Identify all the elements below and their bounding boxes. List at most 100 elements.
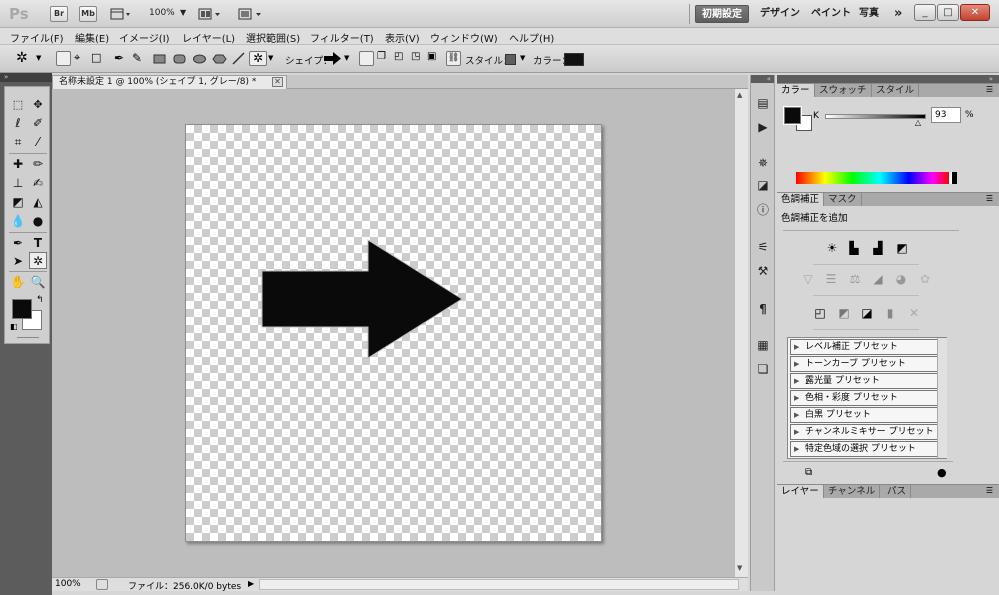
swap-colors-icon[interactable]: ↰: [36, 295, 44, 305]
threshold-icon[interactable]: ◪: [858, 305, 876, 322]
close-button[interactable]: ✕: [960, 4, 990, 21]
gradient-map-icon[interactable]: ▮: [881, 305, 899, 322]
panels-collapse-icon[interactable]: »: [777, 75, 999, 83]
channel-mixer-icon[interactable]: ✿: [916, 271, 934, 288]
menu-layer[interactable]: レイヤー(L): [182, 30, 235, 45]
default-colors-icon[interactable]: ◧: [10, 322, 18, 331]
status-info-icon[interactable]: [96, 579, 108, 590]
vertical-scrollbar[interactable]: ▲ ▼: [734, 89, 748, 577]
custom-shape-tool-icon[interactable]: ✲: [29, 252, 47, 269]
blur-tool-icon[interactable]: 💧: [9, 213, 27, 230]
vibrance-icon[interactable]: ▽: [799, 271, 817, 288]
clone-stamp-tool-icon[interactable]: ⊥: [9, 175, 27, 192]
shape-layers-mode-icon[interactable]: [56, 51, 71, 66]
crop-tool-icon[interactable]: ⌗: [9, 134, 27, 151]
list-item[interactable]: 白黒 プリセット: [790, 407, 938, 423]
dock-collapse-icon[interactable]: «: [751, 75, 774, 83]
history-panel-icon[interactable]: ▤: [755, 95, 771, 111]
color-spectrum-bar[interactable]: [796, 172, 957, 184]
history-brush-tool-icon[interactable]: ✍: [29, 175, 47, 192]
k-slider-track[interactable]: [825, 114, 926, 119]
histogram-panel-icon[interactable]: ◪: [755, 177, 771, 193]
spot-healing-tool-icon[interactable]: ✚: [9, 156, 27, 173]
tab-color[interactable]: カラー: [777, 84, 815, 97]
paths-mode-icon[interactable]: ⌖: [74, 51, 89, 66]
link-icon[interactable]: ⛓: [446, 51, 461, 66]
tools-collapse-icon[interactable]: »: [0, 73, 52, 82]
rectangle-icon[interactable]: [152, 51, 167, 66]
chevron-down-icon[interactable]: ▼: [36, 51, 51, 66]
more-workspaces-button[interactable]: »: [888, 5, 908, 23]
menu-edit[interactable]: 編集(E): [75, 30, 109, 45]
actions-panel-icon[interactable]: ▶: [755, 119, 771, 135]
exposure-icon[interactable]: ◩: [893, 240, 911, 257]
scroll-up-icon[interactable]: ▲: [737, 91, 742, 99]
ellipse-icon[interactable]: [192, 51, 207, 66]
clone-source-panel-icon[interactable]: ⚒: [755, 263, 771, 279]
menu-view[interactable]: 表示(V): [385, 30, 420, 45]
menu-window[interactable]: ウィンドウ(W): [430, 30, 498, 45]
combine-add-icon[interactable]: ❐: [377, 51, 392, 66]
workspace-design-button[interactable]: デザイン: [754, 5, 806, 23]
bridge-button[interactable]: Br: [50, 6, 68, 22]
line-icon[interactable]: [231, 51, 246, 66]
menu-image[interactable]: イメージ(I): [119, 30, 170, 45]
brush-presets-panel-icon[interactable]: ⚟: [755, 239, 771, 255]
dodge-tool-icon[interactable]: ●: [29, 213, 47, 230]
polygon-icon[interactable]: [212, 51, 227, 66]
photo-filter-icon[interactable]: ◕: [892, 271, 910, 288]
lasso-tool-icon[interactable]: ℓ: [9, 115, 27, 132]
status-zoom[interactable]: 100%: [55, 579, 81, 589]
list-item[interactable]: トーンカーブ プリセット: [790, 356, 938, 372]
hue-saturation-icon[interactable]: ☰: [822, 271, 840, 288]
list-item[interactable]: レベル補正 プリセット: [790, 339, 938, 355]
quick-selection-tool-icon[interactable]: ✐: [29, 115, 47, 132]
curves-icon[interactable]: ▟: [869, 240, 887, 257]
workspace-photo-button[interactable]: 写真: [853, 5, 885, 23]
info-panel-icon[interactable]: ⓘ: [755, 202, 771, 218]
navigator-panel-icon[interactable]: ✵: [755, 155, 771, 171]
levels-icon[interactable]: ▙: [845, 240, 863, 257]
brush-tool-icon[interactable]: ✏: [29, 156, 47, 173]
mini-bridge-button[interactable]: Mb: [79, 6, 97, 22]
arrow-shape[interactable]: [186, 125, 603, 543]
hand-tool-icon[interactable]: ✋: [9, 274, 27, 291]
custom-shape-preset-icon[interactable]: ✲: [16, 51, 31, 66]
view-extras-icon[interactable]: [110, 7, 132, 21]
menu-help[interactable]: ヘルプ(H): [509, 30, 554, 45]
tab-paths[interactable]: パス: [883, 485, 912, 498]
clip-to-layer-icon[interactable]: ⧉: [805, 467, 812, 478]
menu-file[interactable]: ファイル(F): [10, 30, 64, 45]
custom-shape-icon[interactable]: ✲: [249, 51, 267, 66]
zoom-level-select[interactable]: 100%: [149, 8, 175, 18]
status-menu-arrow-icon[interactable]: ▶: [248, 579, 254, 588]
combine-intersect-icon[interactable]: ◳: [411, 51, 426, 66]
invert-icon[interactable]: ◰: [811, 305, 829, 322]
chevron-down-icon[interactable]: ▼: [344, 51, 359, 66]
document-tab[interactable]: 名称未設定 1 @ 100% (シェイプ 1, グレー/8) *: [52, 75, 287, 89]
menu-select[interactable]: 選択範囲(S): [246, 30, 300, 45]
canvas[interactable]: [185, 124, 602, 542]
tab-layers[interactable]: レイヤー: [777, 485, 824, 498]
tab-styles[interactable]: スタイル: [872, 84, 920, 97]
quick-mask-icon[interactable]: [17, 337, 39, 338]
pen-tool-icon[interactable]: ✒: [9, 235, 27, 252]
notes-panel-icon[interactable]: ▦: [755, 337, 771, 353]
menu-filter[interactable]: フィルター(T): [310, 30, 374, 45]
workspace-essentials-button[interactable]: 初期設定: [695, 5, 749, 23]
combine-subtract-icon[interactable]: ◰: [394, 51, 409, 66]
chevron-down-icon[interactable]: ▼: [180, 8, 186, 17]
path-selection-tool-icon[interactable]: ➤: [9, 253, 27, 270]
list-item[interactable]: 色相・彩度 プリセット: [790, 390, 938, 406]
tab-masks[interactable]: マスク: [824, 193, 862, 206]
workspace-paint-button[interactable]: ペイント: [805, 5, 857, 23]
screen-mode-icon[interactable]: [237, 7, 265, 21]
tab-channels[interactable]: チャンネル: [824, 485, 881, 498]
eraser-tool-icon[interactable]: ◩: [9, 194, 27, 211]
rounded-rectangle-icon[interactable]: [172, 51, 187, 66]
tab-adjustments[interactable]: 色調補正: [777, 193, 825, 206]
type-tool-icon[interactable]: T: [29, 235, 47, 252]
presets-scrollbar[interactable]: [937, 338, 947, 458]
panel-menu-icon[interactable]: ☰: [986, 194, 993, 203]
marquee-tool-icon[interactable]: ⬚: [9, 96, 27, 113]
